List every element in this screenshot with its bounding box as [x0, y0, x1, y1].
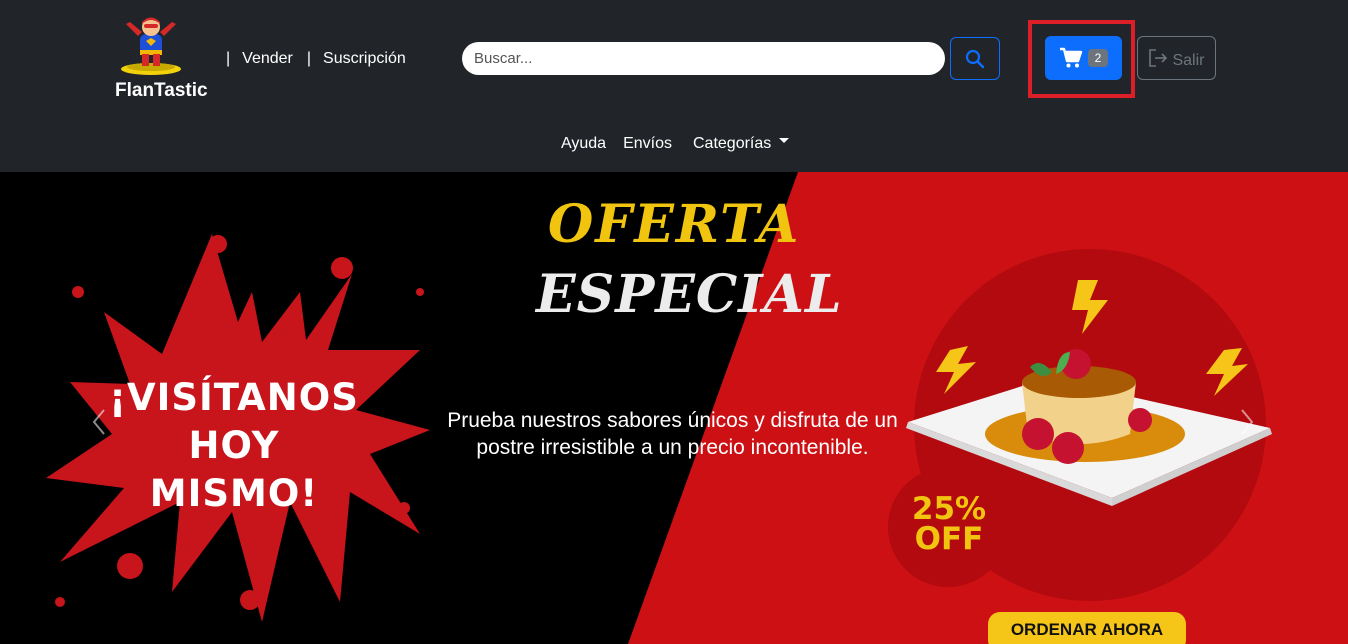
chevron-right-icon	[1241, 409, 1254, 435]
secondary-nav: Ayuda Envíos Categorías	[561, 135, 790, 153]
promo-carousel: ¡VISÍTANOS HOY MISMO! OFERTA ESPECIAL Pr…	[0, 172, 1348, 644]
nav-link-ayuda[interactable]: Ayuda	[561, 135, 606, 153]
visit-us-headline: ¡VISÍTANOS HOY MISMO!	[100, 374, 368, 518]
nav-dropdown-categorias[interactable]: Categorías	[693, 135, 790, 153]
navbar: FlanTastic | Vender | Suscripción 2 Sali…	[0, 0, 1348, 172]
promo-description: Prueba nuestros sabores únicos y disfrut…	[447, 409, 898, 459]
splash-line-1: ¡VISÍTANOS	[109, 376, 359, 419]
search-button[interactable]	[950, 37, 1000, 80]
nav-link-suscripcion[interactable]: Suscripción	[323, 50, 406, 68]
nav-link-vender[interactable]: Vender	[242, 50, 293, 68]
nav-separator: |	[306, 50, 312, 67]
logout-button[interactable]: Salir	[1137, 36, 1216, 80]
nav-link-envios[interactable]: Envíos	[623, 135, 672, 153]
splash-line-2: HOY MISMO!	[149, 424, 319, 515]
categorias-label: Categorías	[693, 135, 772, 152]
nav-separator: |	[226, 50, 231, 67]
discount-percent: 25%	[911, 491, 987, 527]
brand-name: FlanTastic	[115, 80, 208, 101]
offer-subtitle: ESPECIAL	[536, 264, 843, 325]
discount-off: OFF	[914, 521, 984, 557]
carousel-next-button[interactable]	[1232, 402, 1262, 442]
order-now-button[interactable]: ORDENAR AHORA	[988, 612, 1186, 644]
superhero-logo	[121, 17, 181, 75]
offer-title: OFERTA	[548, 194, 801, 255]
search-input[interactable]	[462, 42, 945, 75]
discount-badge: 25% OFF	[890, 491, 1008, 557]
logout-icon	[1149, 49, 1168, 67]
cart-count-badge: 2	[1087, 49, 1109, 67]
cart-button[interactable]: 2	[1045, 36, 1122, 80]
cart-icon	[1059, 47, 1082, 68]
top-nav: | Vender | Suscripción	[226, 50, 420, 68]
brand-link[interactable]: FlanTastic	[112, 14, 212, 104]
chevron-left-icon	[92, 409, 105, 435]
search-icon	[965, 49, 985, 68]
logout-label: Salir	[1172, 52, 1205, 69]
carousel-prev-button[interactable]	[84, 402, 114, 442]
caret-down-icon	[779, 138, 790, 144]
